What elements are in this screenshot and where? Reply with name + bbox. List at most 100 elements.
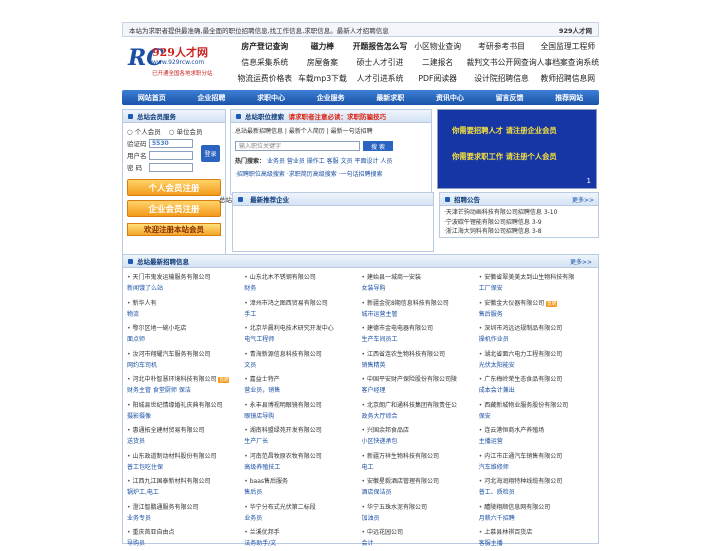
job-position[interactable]: 文员 xyxy=(244,360,361,369)
job-company[interactable]: 澄江智鹏通服务有限公司 xyxy=(127,502,244,511)
job-company[interactable]: 惠通拓全建材贸易有限公司 xyxy=(127,425,244,434)
welcome-banner[interactable]: 欢迎注册本站会员 xyxy=(127,223,221,236)
job-position[interactable]: 酒店保洁员 xyxy=(362,487,479,496)
job-position[interactable]: 女装导购 xyxy=(362,283,479,292)
register-person-button[interactable]: 个人会员注册 xyxy=(127,179,221,196)
nav-item[interactable]: 推荐网站 xyxy=(555,93,583,103)
job-position[interactable]: 网约车司机 xyxy=(127,360,244,369)
quick-link[interactable]: 二建报名 xyxy=(409,55,467,69)
quick-link[interactable]: 硕士人才引进 xyxy=(351,55,409,69)
nav-item[interactable]: 企业服务 xyxy=(317,93,345,103)
job-position[interactable]: 销售精英 xyxy=(362,360,479,369)
job-position[interactable]: 客服主播 xyxy=(479,538,596,547)
job-position[interactable]: 保安 xyxy=(479,411,596,420)
announcements-more-link[interactable]: 更多>> xyxy=(572,195,594,204)
quick-link[interactable]: 全国监理工程师 xyxy=(537,39,599,53)
announcement-item[interactable]: ·宁波碳午锂能有限公司招聘信息 3-9 xyxy=(444,218,594,228)
job-position[interactable]: 导购员 xyxy=(127,538,244,547)
job-position[interactable]: 普工包吃住保 xyxy=(127,462,244,471)
job-position[interactable]: 会计 xyxy=(362,538,479,547)
search-tabs[interactable]: 总站最新招聘信息 | 最新个人简历 | 最新一句话招聘 xyxy=(231,123,431,138)
code-input[interactable]: 5530 xyxy=(149,138,193,148)
quick-link[interactable]: 信息采集系统 xyxy=(236,55,294,69)
job-company[interactable]: 山东北木不锈钢有限公司 xyxy=(244,272,361,281)
job-company[interactable]: 广东梅岭荣生态食品有限公司 xyxy=(479,374,596,383)
quick-link[interactable]: 磁力棒 xyxy=(294,39,352,53)
nav-item[interactable]: 网站首页 xyxy=(138,93,166,103)
job-position[interactable]: 生产车间员工 xyxy=(362,334,479,343)
job-company[interactable]: 新疆金驼8期信息科技有限公司 xyxy=(362,298,479,307)
job-company[interactable]: 华宁五珠水泥有限公司 xyxy=(362,502,479,511)
advanced-search-links[interactable]: ·招聘职位高级搜索 ·求职简历高级搜索 ·一句话招聘搜索 xyxy=(231,167,431,180)
job-position[interactable]: 月薪六千招聘 xyxy=(479,513,596,522)
job-company[interactable]: 汝河市翔耀汽车服务有限公司 xyxy=(127,349,244,358)
quick-link[interactable]: 开题报告怎么写 xyxy=(351,39,409,53)
banner-ad[interactable]: 你需要招聘人才 请注册企业会员 你需要求职工作 请注册个人会员 1 xyxy=(437,109,597,189)
job-company[interactable]: 中国平安财产保险股份有限公司陵 xyxy=(362,374,479,383)
quick-link[interactable]: 裁判文书公开网查询 xyxy=(466,55,536,69)
job-position[interactable]: 物流 xyxy=(127,309,244,318)
job-position[interactable]: 主播运营 xyxy=(479,436,596,445)
job-company[interactable]: 北京朗广和通科技集团有限责任公 xyxy=(362,400,479,409)
job-position[interactable]: 送货员 xyxy=(127,436,244,445)
job-company[interactable]: 湖南科盟绿苑开发有限公司 xyxy=(244,425,361,434)
job-company[interactable]: 河北中朴智慧环境科技有限公司急聘 xyxy=(127,374,244,383)
job-position[interactable]: 小区快递承包 xyxy=(362,436,479,445)
job-company[interactable]: 华宁分布式光伏第二标段 xyxy=(244,502,361,511)
job-company[interactable]: 江西九江国泰新材料有限公司 xyxy=(127,476,244,485)
job-company[interactable]: 西藏新城物业服务股份有限公司 xyxy=(479,400,596,409)
quick-link[interactable]: 人才引进系统 xyxy=(351,71,409,85)
job-position[interactable]: 手工 xyxy=(244,309,361,318)
job-company[interactable]: 重庆首亚自由点 xyxy=(127,527,244,536)
nav-item[interactable]: 资讯中心 xyxy=(436,93,464,103)
radio-company[interactable]: ○ 单位会员 xyxy=(169,126,203,136)
job-company[interactable]: 连云港恒商水产养殖场 xyxy=(479,425,596,434)
job-company[interactable]: 内江市正通汽车销售有限公司 xyxy=(479,451,596,460)
job-position[interactable]: 客户经理 xyxy=(362,385,479,394)
job-position[interactable]: 成本会计兼出 xyxy=(479,385,596,394)
job-position[interactable]: 眼镜店导购 xyxy=(244,411,361,420)
nav-item[interactable]: 最新求职 xyxy=(376,93,404,103)
job-company[interactable]: 嘉益士特产 xyxy=(244,374,361,383)
site-logo[interactable]: RC 929人才网 www.929rcw.com 已开通全国各地求职分站 xyxy=(122,39,236,84)
job-position[interactable]: 业务员 xyxy=(244,513,361,522)
job-position[interactable]: 光伏太阳能安 xyxy=(479,360,596,369)
job-position[interactable]: 电工 xyxy=(362,462,479,471)
quick-link[interactable]: 小区物业查询 xyxy=(409,39,467,53)
nav-item[interactable]: 求职中心 xyxy=(257,93,285,103)
username-input[interactable] xyxy=(149,150,193,160)
job-position[interactable]: 操机作业员 xyxy=(479,334,596,343)
job-company[interactable]: 建德市金电电器有限公司 xyxy=(362,323,479,332)
ad-page-number[interactable]: 1 xyxy=(587,177,591,185)
latest-jobs-more-link[interactable]: 更多>> xyxy=(570,257,592,266)
quick-link[interactable]: 人事档案查询系统 xyxy=(537,55,599,69)
job-company[interactable]: 安徽星毅酒店管理有限公司 xyxy=(362,476,479,485)
job-company[interactable]: 安徽省翠美美太到山生物科技有限 xyxy=(479,272,596,281)
quick-link[interactable]: 物流运费价格表 xyxy=(236,71,294,85)
job-company[interactable]: 建始县一城商一安装 xyxy=(362,272,479,281)
job-company[interactable]: 安徽金大仪器有限公司急聘 xyxy=(479,298,596,307)
job-position[interactable]: 业务专员 xyxy=(127,513,244,522)
job-position[interactable]: 财务 xyxy=(244,283,361,292)
quick-link[interactable]: 设计院招聘信息 xyxy=(466,71,536,85)
job-company[interactable]: 兰溪优邦手 xyxy=(244,527,361,536)
job-position[interactable]: 电气工程师 xyxy=(244,334,361,343)
quick-link[interactable]: 房屋备案 xyxy=(294,55,352,69)
job-position[interactable]: 城市运营主管 xyxy=(362,309,479,318)
quick-link[interactable]: 教师招聘信息网 xyxy=(537,71,599,85)
job-position[interactable]: 法务助手/文 xyxy=(244,538,361,547)
job-company[interactable]: 鄂尔区地一碗小吃店 xyxy=(127,323,244,332)
job-company[interactable]: 江西省连农生物科技有限公司 xyxy=(362,349,479,358)
quick-link[interactable]: 房产登记查询 xyxy=(236,39,294,53)
job-company[interactable]: 兴国余邦食品店 xyxy=(362,425,479,434)
job-position[interactable]: 汽车维修师 xyxy=(479,462,596,471)
search-input[interactable]: 输入职位关键字 xyxy=(235,141,360,151)
job-position[interactable]: 政务大厅综合 xyxy=(362,411,479,420)
job-company[interactable]: 新华人有 xyxy=(127,298,244,307)
job-position[interactable]: 售后服务 xyxy=(479,309,596,318)
quick-link[interactable]: 车载mp3下载 xyxy=(294,71,352,85)
warning-link[interactable]: 请求职者注意必读：求职防骗技巧 xyxy=(289,111,387,121)
job-position[interactable]: 财务主管 食堂厨师 保洁 xyxy=(127,385,244,394)
announcement-item[interactable]: ·浙江海大饲料有限公司招聘信息 3-8 xyxy=(444,227,594,237)
job-position[interactable]: 普工、质检员 xyxy=(479,487,596,496)
